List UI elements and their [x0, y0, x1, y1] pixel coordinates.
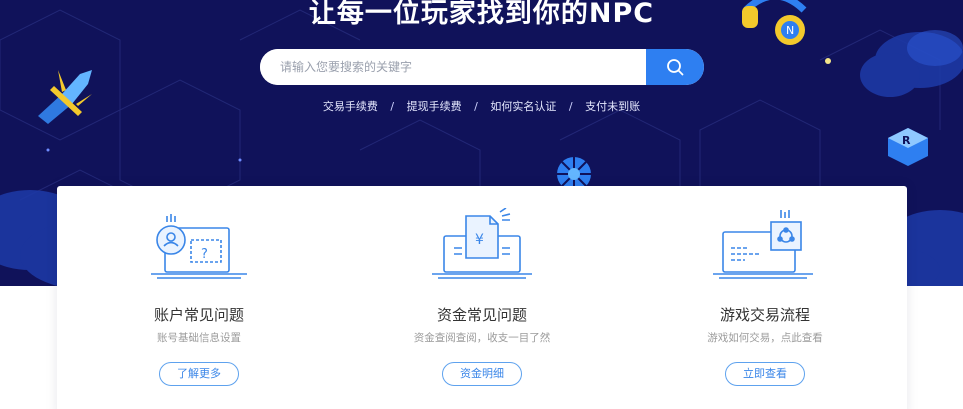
view-now-button[interactable]: 立即查看: [725, 362, 805, 386]
search-bar: [260, 49, 704, 85]
quick-link-withdrawal-fee[interactable]: 提现手续费: [407, 100, 462, 113]
feature-description: 资金查阅查阅，收支一目了然: [413, 332, 551, 344]
feature-card-panel: ? 账户常见问题 账号基础信息设置 了解更多 ¥ 资金常见问题 资金查阅查阅，收…: [57, 186, 907, 409]
quick-link-payment-not-received[interactable]: 支付未到账: [585, 100, 640, 113]
feature-account: ? 账户常见问题 账号基础信息设置 了解更多: [57, 186, 341, 409]
trade-flow-icon: [713, 210, 813, 279]
sword-decoration-icon: [38, 70, 92, 124]
feature-trade-flow: 游戏交易流程 游戏如何交易，点此查看 立即查看: [623, 186, 907, 409]
quick-links: 交易手续费 / 提现手续费 / 如何实名认证 / 支付未到账: [0, 99, 963, 115]
search-icon: [667, 59, 684, 76]
separator: /: [568, 100, 573, 113]
svg-text:?: ?: [201, 247, 208, 262]
quick-link-real-name-verification[interactable]: 如何实名认证: [490, 100, 556, 113]
svg-text:R: R: [902, 134, 911, 147]
feature-fund: ¥ 资金常见问题 资金查阅查阅，收支一目了然 资金明细: [340, 186, 624, 409]
hero-headline: 让每一位玩家找到你的NPC: [308, 0, 655, 29]
feature-description: 游戏如何交易，点此查看: [707, 332, 823, 344]
account-help-icon: ?: [151, 214, 247, 279]
search-input[interactable]: [260, 49, 646, 85]
search-button[interactable]: [646, 49, 704, 85]
feature-title: 游戏交易流程: [719, 306, 810, 324]
quick-link-transaction-fee[interactable]: 交易手续费: [323, 100, 378, 113]
feature-description: 账号基础信息设置: [157, 332, 241, 344]
fund-icon: ¥: [432, 208, 532, 279]
svg-text:¥: ¥: [475, 232, 484, 248]
feature-title: 资金常见问题: [436, 306, 527, 324]
separator: /: [390, 100, 395, 113]
ball-decoration-icon: [557, 157, 591, 188]
separator: /: [474, 100, 478, 113]
keycap-decoration-icon: R: [888, 128, 928, 166]
feature-title: 账户常见问题: [153, 306, 244, 324]
fund-details-button[interactable]: 资金明细: [442, 362, 522, 386]
learn-more-button[interactable]: 了解更多: [159, 362, 239, 386]
